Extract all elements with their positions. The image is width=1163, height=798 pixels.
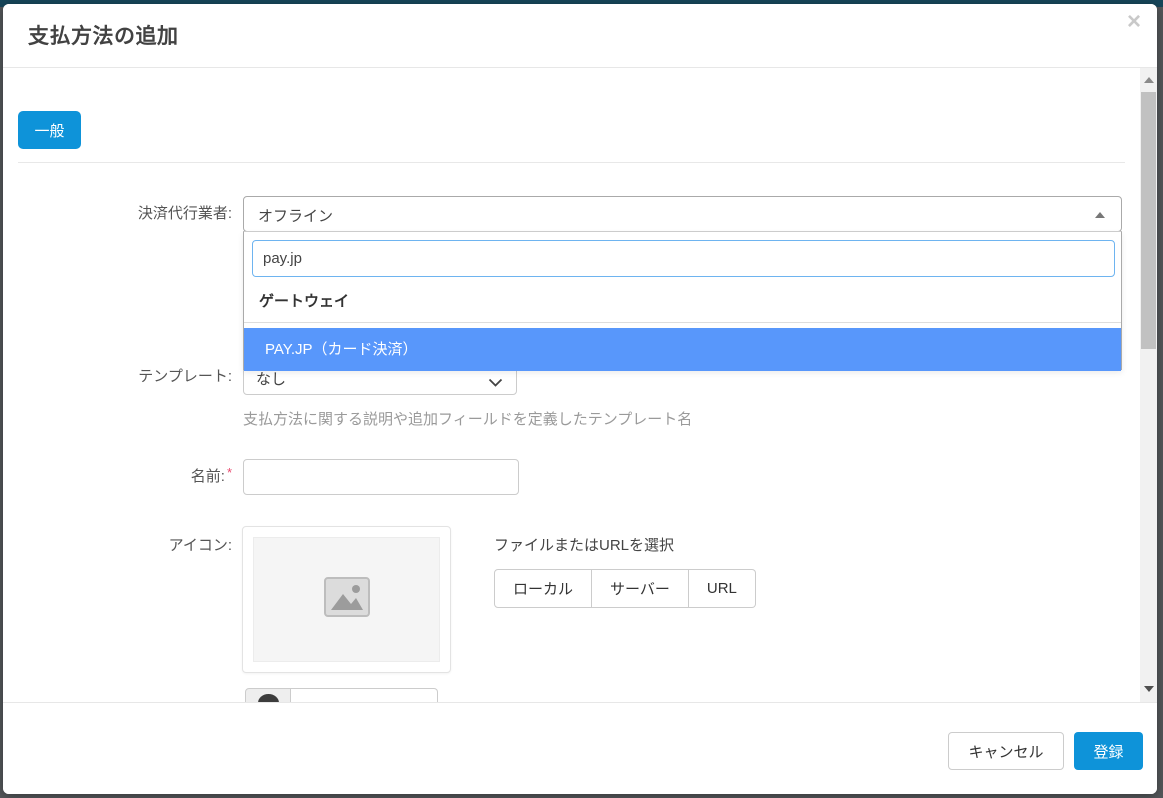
- icon-preview-frame: [242, 526, 451, 673]
- icon-preview-placeholder: [253, 537, 440, 662]
- name-label-text: 名前:: [191, 468, 225, 485]
- input-addon: [245, 688, 291, 702]
- local-button[interactable]: ローカル: [494, 569, 592, 608]
- submit-button[interactable]: 登録: [1074, 732, 1143, 770]
- chevron-down-icon: [488, 374, 503, 392]
- required-asterisk: *: [227, 465, 232, 480]
- template-label: テンプレート:: [43, 365, 232, 386]
- add-payment-method-modal: 支払方法の追加 × 一般 決済代行業者: オフライン ゲートウェイ PAY.JP…: [3, 4, 1157, 794]
- name-label: 名前:*: [43, 465, 232, 486]
- modal-body: 一般 決済代行業者: オフライン ゲートウェイ PAY.JP（カード決済） テン…: [3, 68, 1140, 702]
- provider-search-input[interactable]: [252, 240, 1115, 277]
- scroll-up-button[interactable]: [1140, 71, 1157, 88]
- server-button[interactable]: サーバー: [592, 569, 689, 608]
- scroll-thumb[interactable]: [1141, 92, 1156, 349]
- file-or-url-title: ファイルまたはURLを選択: [494, 534, 674, 555]
- tab-general[interactable]: 一般: [18, 111, 81, 149]
- section-divider: [18, 162, 1125, 163]
- scroll-down-icon: [1144, 686, 1154, 692]
- modal-title: 支払方法の追加: [28, 20, 179, 50]
- cancel-button[interactable]: キャンセル: [948, 732, 1064, 770]
- clipped-text-input[interactable]: [291, 688, 438, 702]
- provider-selected-value: オフライン: [258, 205, 333, 226]
- chevron-up-icon: [1095, 212, 1105, 218]
- scroll-down-button[interactable]: [1140, 680, 1157, 697]
- provider-dropdown: ゲートウェイ PAY.JP（カード決済）: [243, 231, 1122, 370]
- provider-select[interactable]: オフライン: [243, 196, 1122, 232]
- modal-header: 支払方法の追加 ×: [3, 4, 1157, 68]
- clipped-input-group: [245, 688, 438, 702]
- url-button[interactable]: URL: [689, 569, 756, 608]
- icon-source-button-group: ローカル サーバー URL: [494, 569, 756, 608]
- name-input[interactable]: [243, 459, 519, 495]
- addon-icon: [258, 694, 279, 702]
- dropdown-group-divider: [244, 322, 1121, 323]
- provider-label: 決済代行業者:: [43, 202, 232, 223]
- icon-label: アイコン:: [43, 534, 232, 555]
- scroll-up-icon: [1144, 77, 1154, 83]
- dropdown-group-label: ゲートウェイ: [259, 290, 349, 311]
- template-selected-value: なし: [256, 368, 286, 389]
- close-icon[interactable]: ×: [1127, 8, 1141, 37]
- dropdown-option-payjp[interactable]: PAY.JP（カード決済）: [244, 328, 1121, 371]
- image-placeholder-icon: [323, 576, 371, 623]
- template-help-text: 支払方法に関する説明や追加フィールドを定義したテンプレート名: [243, 408, 692, 429]
- vertical-scrollbar[interactable]: [1140, 68, 1157, 702]
- modal-footer: キャンセル 登録: [3, 702, 1157, 794]
